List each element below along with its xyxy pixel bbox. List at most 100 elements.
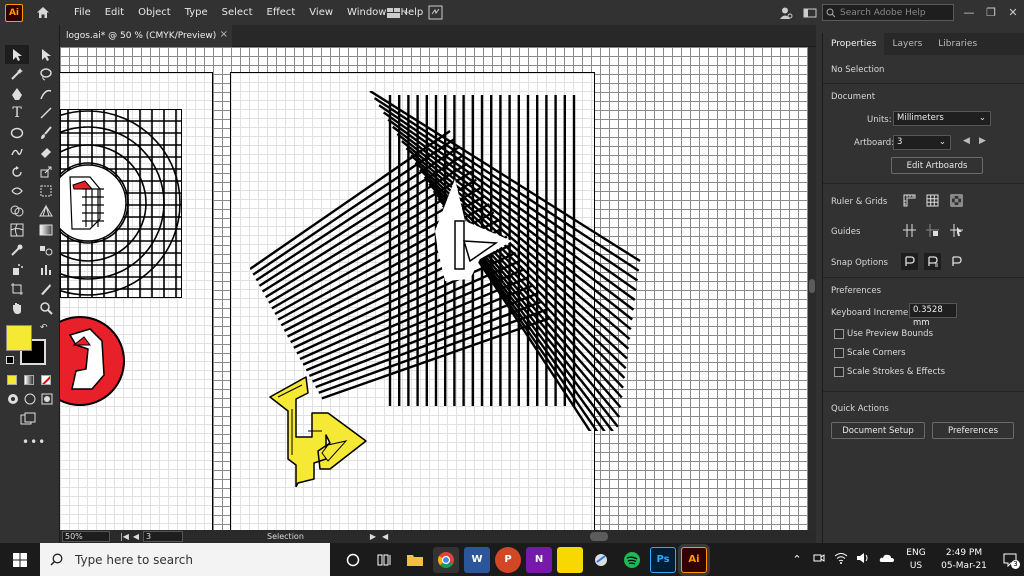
show-hidden-icons[interactable]: ⌃ — [786, 553, 808, 566]
menu-select[interactable]: Select — [215, 0, 260, 25]
scale-corners-checkbox[interactable] — [834, 348, 844, 358]
onenote-icon[interactable]: N — [526, 546, 552, 573]
vertical-scroll-thumb[interactable] — [809, 279, 815, 293]
task-view-icon[interactable] — [371, 547, 397, 573]
draw-mode-icon[interactable] — [7, 393, 19, 405]
red-circle-logo[interactable] — [60, 315, 130, 407]
tab-layers[interactable]: Layers — [884, 33, 930, 55]
tab-properties[interactable]: Properties — [823, 33, 885, 55]
network-icon[interactable] — [830, 552, 852, 567]
symbol-sprayer-tool-icon[interactable] — [5, 260, 29, 279]
width-tool-icon[interactable] — [5, 182, 29, 201]
keyboard-increment-input[interactable]: 0.3528 mm — [909, 303, 957, 328]
status-menu-arrow[interactable]: ▶ — [370, 532, 376, 541]
pen-tool-icon[interactable] — [5, 84, 29, 103]
taskbar-search-box[interactable]: Type here to search — [40, 543, 330, 576]
direct-selection-tool-icon[interactable] — [34, 45, 58, 64]
type-tool-icon[interactable]: T — [5, 104, 29, 123]
screen-mode-icon[interactable] — [20, 412, 36, 426]
home-icon[interactable] — [33, 3, 53, 23]
menu-view[interactable]: View — [302, 0, 340, 25]
sticky-notes-icon[interactable] — [557, 546, 583, 573]
selection-tool-icon[interactable] — [5, 45, 29, 64]
artboard-tool-icon[interactable] — [5, 279, 29, 298]
close-tab-icon[interactable]: × — [220, 29, 228, 40]
word-icon[interactable]: W — [464, 546, 490, 573]
maximize-button[interactable]: ❐ — [980, 0, 1002, 25]
ellipse-tool-icon[interactable] — [5, 123, 29, 142]
color-mode-icon[interactable] — [7, 375, 17, 385]
eyedropper-tool-icon[interactable] — [5, 240, 29, 259]
rulers-icon[interactable] — [901, 192, 918, 209]
panel-grip[interactable] — [0, 25, 59, 45]
none-mode-icon[interactable] — [41, 375, 51, 385]
meet-now-icon[interactable] — [808, 552, 830, 567]
photoshop-icon[interactable]: Ps — [650, 546, 676, 573]
draw-behind-icon[interactable] — [24, 393, 36, 405]
close-window-button[interactable]: ✕ — [1002, 0, 1024, 25]
snap-to-pixel-icon[interactable] — [924, 253, 941, 270]
start-button[interactable] — [0, 543, 40, 576]
gradient-mode-icon[interactable] — [24, 375, 34, 385]
artboard-navigation-field[interactable]: 3 — [143, 531, 184, 542]
document-setup-button[interactable]: Document Setup — [831, 422, 925, 439]
menu-type[interactable]: Type — [178, 0, 215, 25]
volume-icon[interactable] — [852, 552, 874, 567]
clock[interactable]: 2:49 PM 05-Mar-21 — [932, 547, 996, 573]
hand-tool-icon[interactable] — [5, 299, 29, 318]
curvature-tool-icon[interactable] — [34, 84, 58, 103]
lasso-tool-icon[interactable] — [34, 65, 58, 84]
paintbrush-tool-icon[interactable] — [34, 123, 58, 142]
zoom-tool-icon[interactable] — [34, 299, 58, 318]
file-explorer-icon[interactable] — [402, 547, 428, 573]
smart-guides-icon[interactable] — [948, 222, 965, 239]
workspace-switcher-icon[interactable] — [798, 0, 822, 25]
document-tab[interactable]: logos.ai* @ 50 % (CMYK/Preview) × — [60, 25, 232, 47]
grid-circle-logo[interactable] — [60, 109, 185, 303]
powerpoint-icon[interactable]: P — [495, 546, 521, 573]
menu-edit[interactable]: Edit — [98, 0, 131, 25]
menu-file[interactable]: File — [67, 0, 98, 25]
rotate-tool-icon[interactable] — [5, 162, 29, 181]
scale-strokes-effects-checkbox[interactable] — [834, 367, 844, 377]
gradient-tool-icon[interactable] — [34, 221, 58, 240]
scale-tool-icon[interactable] — [34, 162, 58, 181]
default-colors-icon[interactable] — [6, 356, 14, 364]
slice-tool-icon[interactable] — [34, 279, 58, 298]
show-guides-icon[interactable] — [901, 222, 918, 239]
user-icon[interactable] — [774, 0, 798, 25]
shape-builder-tool-icon[interactable] — [5, 201, 29, 220]
arrange-documents-icon[interactable] — [386, 5, 414, 20]
snap-to-glyph-icon[interactable] — [948, 253, 965, 270]
perspective-grid-tool-icon[interactable] — [34, 201, 58, 220]
mesh-tool-icon[interactable] — [5, 221, 29, 240]
snap-to-point-icon[interactable] — [901, 253, 918, 270]
menu-effect[interactable]: Effect — [260, 0, 303, 25]
edit-artboards-button[interactable]: Edit Artboards — [891, 157, 983, 174]
line-segment-tool-icon[interactable] — [34, 104, 58, 123]
previous-artboard-icon[interactable]: ◀ — [963, 136, 970, 146]
preferences-button[interactable]: Preferences — [932, 422, 1014, 439]
illustrator-logo[interactable]: Ai — [5, 3, 23, 22]
illustrator-taskbar-icon[interactable]: Ai — [681, 546, 707, 573]
cortana-icon[interactable] — [340, 547, 366, 573]
blend-tool-icon[interactable] — [34, 240, 58, 259]
first-artboard-button[interactable]: |◀ — [120, 532, 129, 541]
swap-fill-stroke-icon[interactable]: ↶ — [40, 323, 48, 333]
previous-artboard-button[interactable]: ◀ — [133, 532, 139, 541]
tab-libraries[interactable]: Libraries — [930, 33, 985, 55]
edit-toolbar-icon[interactable]: ••• — [22, 435, 46, 449]
spotify-icon[interactable] — [619, 547, 645, 573]
artboard-dropdown[interactable]: 3 ⌄ — [893, 135, 951, 150]
transparency-grid-icon[interactable] — [948, 192, 965, 209]
draw-inside-icon[interactable] — [41, 393, 53, 405]
onedrive-icon[interactable] — [874, 553, 900, 566]
shaper-tool-icon[interactable] — [5, 143, 29, 162]
zoom-level-field[interactable]: 50% — [62, 531, 110, 542]
column-graph-tool-icon[interactable] — [34, 260, 58, 279]
eraser-tool-icon[interactable] — [34, 143, 58, 162]
yellow-logo[interactable] — [268, 375, 368, 487]
fill-swatch[interactable] — [6, 325, 32, 351]
gpu-performance-icon[interactable] — [428, 5, 444, 20]
snipping-tool-icon[interactable] — [588, 547, 614, 573]
